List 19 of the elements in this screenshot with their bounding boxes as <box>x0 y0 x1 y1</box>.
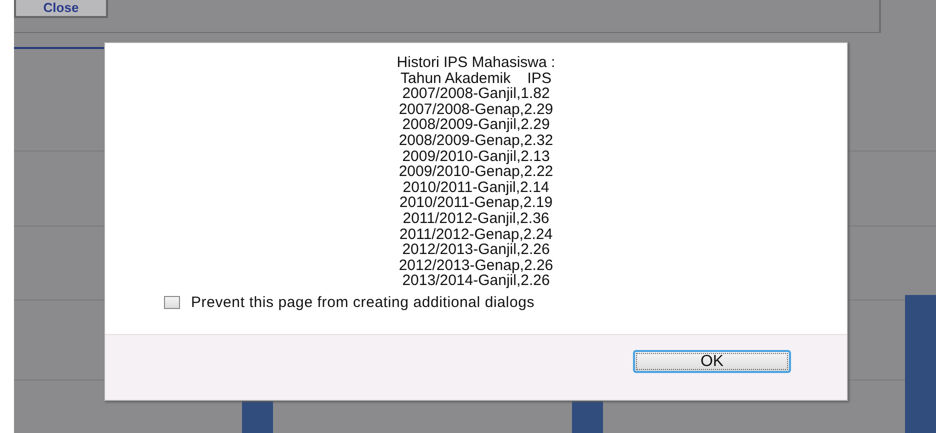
checkbox-label: Prevent this page from creating additional dialogs <box>191 294 535 311</box>
dialog-text-line: 2007/2008-Genap,2.29 <box>398 102 554 118</box>
dialog-text-line: 2009/2010-Ganjil,2.13 <box>402 148 550 164</box>
dialog-text-line: 2013/2014-Ganjil,2.26 <box>402 273 550 289</box>
ok-button[interactable]: OK <box>633 350 791 373</box>
dialog-text-line: 2010/2011-Genap,2.19 <box>399 195 553 211</box>
dialog-text-line: 2012/2013-Genap,2.26 <box>398 258 554 274</box>
dialog-text-line: 2011/2012-Ganjil,2.36 <box>402 210 550 227</box>
dialog-text-line: 2008/2009-Ganjil,2.29 <box>402 117 550 133</box>
close-button[interactable]: Close <box>14 0 108 18</box>
dialog-text-line: Tahun Akademik IPS <box>400 70 552 86</box>
prevent-dialogs-checkbox[interactable] <box>164 296 180 309</box>
dialog-text-line: 2011/2012-Genap,2.24 <box>399 226 553 242</box>
dialog-text-line: 2010/2011-Ganjil,2.14 <box>402 180 550 196</box>
dialog-text-line: 2007/2008-Ganjil,1.82 <box>402 86 550 102</box>
dialog-text-line: 2008/2009-Genap,2.32 <box>398 132 554 149</box>
dialog-text-line: 2012/2013-Ganjil,2.26 <box>402 242 550 258</box>
dialog-text-line: 2009/2010-Genap,2.22 <box>398 164 554 180</box>
dialog-text-line: Histori IPS Mahasiswa : <box>396 55 556 71</box>
